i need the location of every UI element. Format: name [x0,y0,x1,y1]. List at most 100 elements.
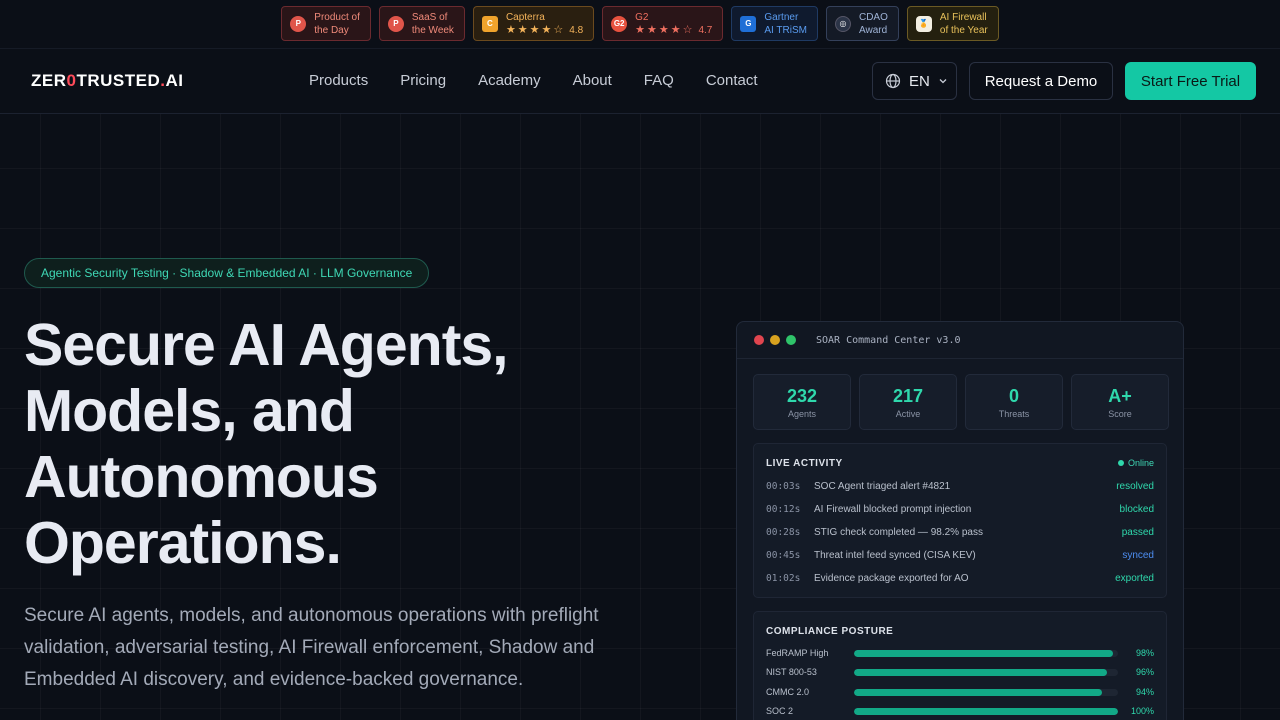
start-free-trial-button[interactable]: Start Free Trial [1125,62,1256,100]
activity-time: 00:03s [766,481,801,492]
nav-link-academy[interactable]: Academy [478,72,541,89]
badge-line2: Award [858,24,888,36]
hero-subtext: Secure AI agents, models, and autonomous… [24,605,599,690]
activity-row: 00:12s AI Firewall blocked prompt injecti… [766,504,1154,518]
compliance-name: NIST 800-53 [766,667,817,677]
badge-line1: Capterra [505,11,545,23]
activity-desc: SOC Agent triaged alert #4821 [814,481,951,492]
compliance-percent: 100% [1130,706,1154,716]
headline-line: Operations. [24,510,342,576]
nav-link-pricing[interactable]: Pricing [400,72,446,89]
rating-value: 4.8 [569,24,584,36]
compliance-name: SOC 2 [766,706,794,716]
badge-ai-firewall[interactable]: 🏅 AI Firewall of the Year [906,6,999,41]
compliance-percent: 94% [1135,687,1154,697]
compliance-row: SOC 2 100% [766,705,1154,717]
compliance-percent: 98% [1135,648,1154,658]
window-close-dot [754,335,764,345]
nav-link-faq[interactable]: FAQ [644,72,674,89]
badge-line1: Gartner [764,11,799,23]
activity-time: 00:28s [766,527,801,538]
product-hunt-icon: P [290,15,307,32]
compliance-percent: 96% [1135,667,1154,677]
capterra-icon: C [481,15,498,32]
badge-cdao[interactable]: ◎ CDAO Award [825,6,899,41]
activity-status: resolved [1116,481,1154,492]
dashboard-titlebar: SOAR Command Center v3.0 [737,322,1183,359]
badge-line1: SaaS of [411,11,448,23]
nav-links: Products Pricing Academy About FAQ Conta… [309,72,758,89]
online-status: Online [1117,458,1154,468]
compliance-row: FedRAMP High 98% [766,647,1154,659]
stat-card: 217 Active [859,374,957,430]
compliance-row: CMMC 2.0 94% [766,686,1154,698]
window-minimize-dot [770,335,780,345]
compliance-posture-panel: COMPLIANCE POSTURE FedRAMP High 98% NIST … [753,611,1167,720]
badge-saas-of-week[interactable]: P SaaS of the Week [378,6,465,41]
compliance-bar [854,668,1118,676]
live-activity-panel: LIVE ACTIVITY Online 00:03s SOC Agent tri… [753,443,1167,598]
site-logo[interactable]: ZER0TRUSTED.AI [31,71,183,91]
headline-line: Secure AI Agents, [24,312,509,378]
badge-product-of-day[interactable]: P Product of the Day [281,6,371,41]
activity-row: 00:45s Threat intel feed synced (CISA KEV… [766,550,1154,564]
online-label: Online [1127,458,1154,468]
compliance-fill [854,688,1103,696]
badge-line2: the Week [411,24,454,36]
rating-value: 4.7 [698,24,713,36]
activity-status: passed [1121,527,1154,538]
status-dot-icon [1117,460,1124,466]
logo-zero: 0 [66,71,77,90]
stat-card: A+ Score [1071,374,1169,430]
badge-line2: of the Year [939,24,988,36]
stat-label: Active [895,408,921,419]
badge-line1: AI Firewall [939,11,987,23]
star-rating-icon: ★★★★☆ [635,23,695,36]
headline-line: Autonomous [24,444,379,510]
badge-gartner[interactable]: G Gartner AI TRiSM [731,6,818,41]
dashboard-stats: 232 Agents 217 Active 0 Threats A+ Score [753,374,1169,430]
activity-status: exported [1115,573,1154,584]
nav-link-about[interactable]: About [573,72,612,89]
compliance-bar [854,649,1118,657]
stat-card: 232 Agents [753,374,851,430]
activity-desc: Evidence package exported for AO [814,573,969,584]
activity-status: blocked [1119,504,1154,515]
language-selector[interactable]: EN [872,62,957,100]
badge-line1: CDAO [858,11,888,23]
top-navigation: ZER0TRUSTED.AI Products Pricing Academy … [0,48,1280,114]
compliance-name: FedRAMP High [766,648,829,658]
product-hunt-icon: P [387,15,404,32]
nav-link-products[interactable]: Products [309,72,368,89]
medal-icon: 🏅 [915,15,932,32]
window-maximize-dot [786,335,796,345]
logo-text: ZER [31,71,67,90]
g2-icon: G2 [611,15,628,32]
badge-g2[interactable]: G2 G2 ★★★★☆ 4.7 [602,6,724,41]
activity-time: 01:02s [766,573,801,584]
compliance-fill [854,707,1118,715]
compliance-fill [854,668,1108,676]
stat-card: 0 Threats [965,374,1063,430]
activity-desc: AI Firewall blocked prompt injection [814,504,972,515]
hero-headline: Secure AI Agents, Models, and Autonomous… [24,312,664,576]
request-demo-button[interactable]: Request a Demo [969,62,1113,100]
logo-text: TRUSTED [76,71,161,90]
badge-line1: G2 [635,11,649,23]
compliance-name: CMMC 2.0 [766,687,810,697]
live-activity-title: LIVE ACTIVITY [766,458,843,469]
chevron-down-icon [939,79,947,84]
activity-time: 00:12s [766,504,801,515]
stat-value: A+ [1108,385,1132,406]
badge-line2: AI TRiSM [764,24,807,36]
globe-icon [885,73,901,89]
nav-link-contact[interactable]: Contact [706,72,758,89]
logo-text: AI [165,71,184,90]
cdao-seal-icon: ◎ [834,15,851,32]
award-badges: P Product of the Day P SaaS of the Week C … [0,6,1280,41]
activity-time: 00:45s [766,550,801,561]
activity-row: 01:02s Evidence package exported for AO ex… [766,573,1154,587]
badge-capterra[interactable]: C Capterra ★★★★☆ 4.8 [472,6,595,41]
stat-value: 217 [892,385,924,406]
activity-row: 00:28s STIG check completed — 98.2% pass p… [766,527,1154,541]
